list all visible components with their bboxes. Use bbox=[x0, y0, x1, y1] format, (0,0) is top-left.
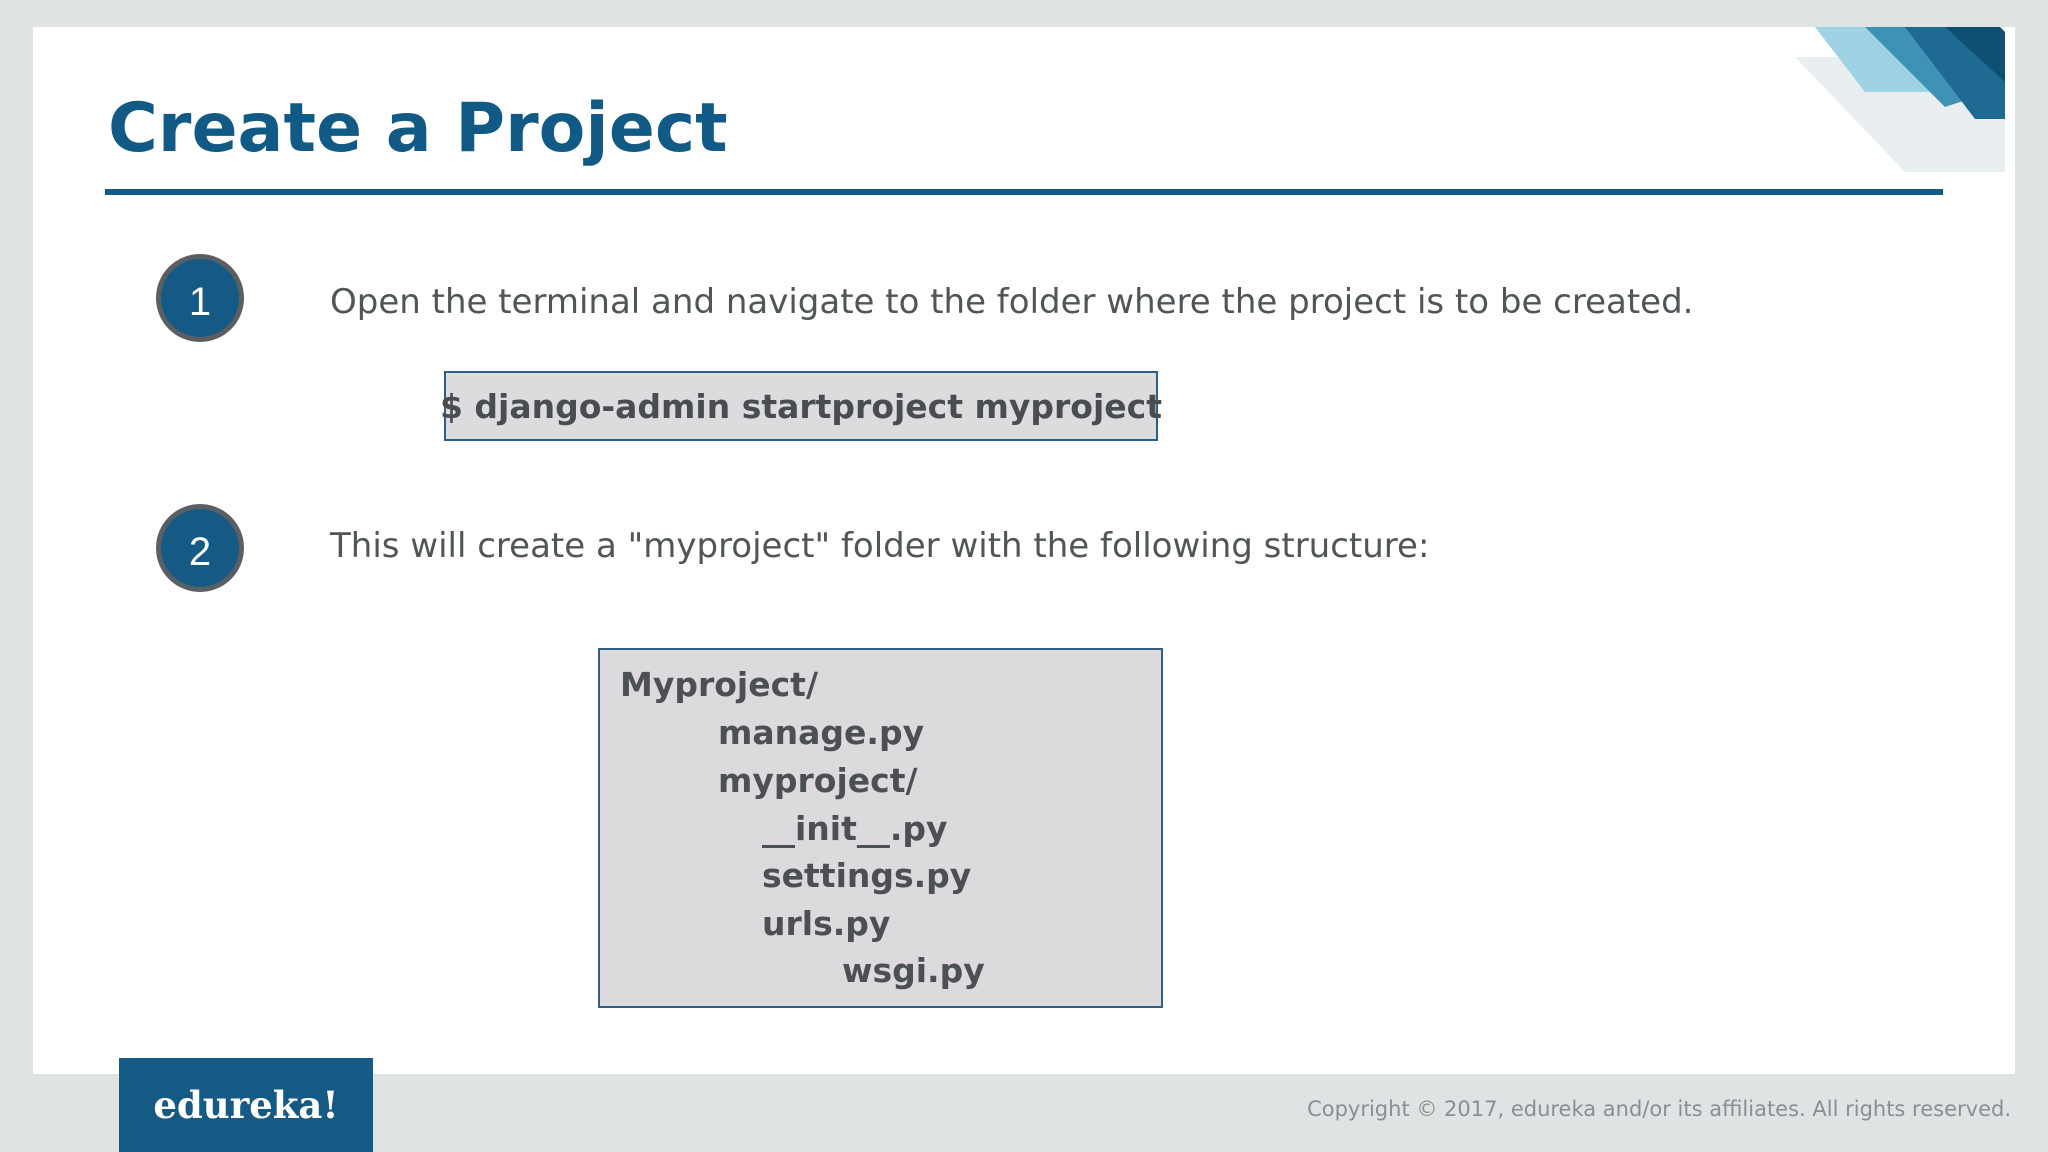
tree-item-wsgi-py: wsgi.py bbox=[842, 951, 985, 990]
step-2-badge: 2 bbox=[156, 504, 244, 592]
logo-text: edureka! bbox=[153, 1083, 339, 1127]
tree-item-inner-folder: myproject/ bbox=[718, 761, 918, 800]
tree-item-init-py: __init__.py bbox=[762, 809, 948, 848]
tree-item-urls-py: urls.py bbox=[762, 904, 891, 943]
edureka-logo: edureka! bbox=[119, 1058, 373, 1152]
step-2-number: 2 bbox=[188, 529, 212, 574]
command-box: $ django-admin startproject myproject bbox=[440, 371, 1162, 441]
tree-item-settings-py: settings.py bbox=[762, 856, 972, 895]
slide: Create a Project 1 Open the terminal and… bbox=[33, 27, 2015, 1074]
copyright-notice: Copyright © 2017, edureka and/or its aff… bbox=[1307, 1097, 2011, 1121]
step-2-text: This will create a "myproject" folder wi… bbox=[330, 526, 1430, 566]
slide-title: Create a Project bbox=[108, 89, 728, 168]
corner-decoration-graphic bbox=[1795, 27, 2005, 172]
tree-item-root-folder: Myproject/ bbox=[620, 665, 818, 704]
folder-structure-box: Myproject/ manage.py myproject/ __init__… bbox=[598, 648, 1163, 1008]
step-1-number: 1 bbox=[188, 279, 212, 324]
command-text: $ django-admin startproject myproject bbox=[439, 386, 1163, 426]
step-1-text: Open the terminal and navigate to the fo… bbox=[330, 282, 1694, 322]
title-underline bbox=[105, 189, 1943, 195]
tree-item-manage-py: manage.py bbox=[718, 713, 925, 752]
step-1-badge: 1 bbox=[156, 254, 244, 342]
